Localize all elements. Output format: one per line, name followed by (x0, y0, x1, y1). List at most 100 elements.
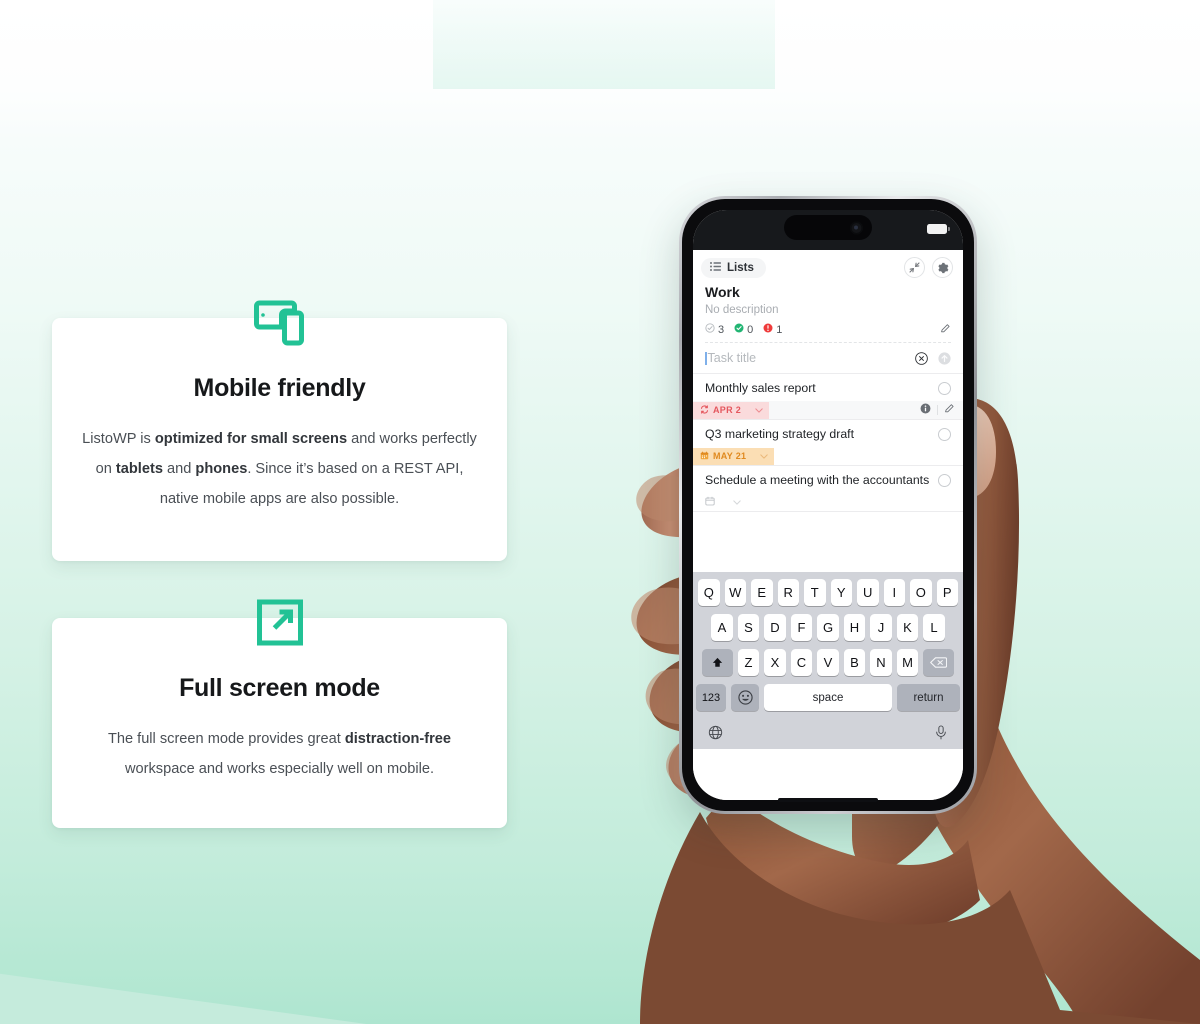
stat-completed-value: 0 (747, 323, 754, 336)
collapse-arrows-icon[interactable] (904, 257, 925, 278)
numbers-key[interactable]: 123 (696, 684, 726, 711)
key-s[interactable]: S (737, 614, 760, 641)
task-due-date-chip[interactable]: APR 2 (693, 401, 770, 419)
key-b[interactable]: B (843, 649, 866, 676)
stat-overdue: 1 (763, 323, 782, 336)
phone-body: Lists Work No description 3 0 1 Task tit… (682, 199, 974, 811)
battery-full-icon (927, 224, 950, 234)
list-title: Work (705, 284, 740, 300)
lists-button-label: Lists (727, 261, 754, 274)
key-x[interactable]: X (764, 649, 786, 676)
list-edit-pencil-icon[interactable] (940, 323, 951, 337)
emoji-smiley-icon[interactable] (731, 684, 759, 711)
task-due-date-label: MAY 21 (713, 451, 747, 461)
key-e[interactable]: E (751, 579, 773, 606)
calendar-outline-icon (705, 496, 715, 508)
keyboard-row-3: Z X C V B N M (696, 649, 960, 676)
task-due-date-chip[interactable] (693, 493, 747, 511)
key-j[interactable]: J (870, 614, 892, 641)
key-d[interactable]: D (764, 614, 786, 641)
task-checkbox[interactable] (938, 381, 951, 395)
keyboard-bottom-bar (696, 719, 960, 749)
front-camera-icon (850, 221, 863, 234)
key-y[interactable]: Y (830, 579, 852, 606)
task-row[interactable]: Q3 marketing strategy draft (693, 420, 963, 447)
key-r[interactable]: R (777, 579, 799, 606)
list-lines-icon (710, 261, 721, 274)
microphone-icon[interactable] (934, 724, 948, 745)
key-c[interactable]: C (790, 649, 813, 676)
home-indicator (778, 798, 878, 802)
task-row[interactable]: Schedule a meeting with the accountants (693, 466, 963, 493)
task-checkbox[interactable] (938, 427, 951, 441)
add-arrow-icon[interactable] (938, 351, 951, 365)
chevron-down-icon[interactable] (733, 497, 741, 507)
stat-total-value: 3 (718, 323, 725, 336)
key-k[interactable]: K (896, 614, 919, 641)
key-f[interactable]: F (790, 614, 813, 641)
key-n[interactable]: N (870, 649, 892, 676)
new-task-row[interactable]: Task title (693, 343, 963, 374)
dynamic-island (784, 215, 872, 240)
chevron-down-icon[interactable] (755, 405, 763, 415)
task-actions (920, 401, 955, 419)
globe-icon[interactable] (708, 725, 723, 745)
key-m[interactable]: M (896, 649, 919, 676)
status-bar (693, 210, 963, 250)
task-due-date-chip[interactable]: MAY 21 (693, 447, 775, 465)
clear-circle-x-icon[interactable] (915, 351, 928, 365)
list-empty-space (693, 512, 963, 572)
task-title: Q3 marketing strategy draft (705, 427, 854, 441)
key-q[interactable]: Q (698, 579, 720, 606)
repeat-recurring-icon (700, 404, 709, 416)
action-separator (937, 405, 938, 415)
task-edit-pencil-icon[interactable] (944, 401, 955, 419)
shift-arrow-icon[interactable] (701, 649, 733, 676)
info-icon[interactable] (920, 401, 931, 419)
page-root: Mobile friendly ListoWP is optimized for… (0, 0, 1200, 1024)
listowp-app: Lists Work No description 3 0 1 Task tit… (693, 250, 963, 800)
phone-mockup: Lists Work No description 3 0 1 Task tit… (679, 196, 977, 814)
backspace-icon[interactable] (923, 649, 955, 676)
key-p[interactable]: P (936, 579, 958, 606)
task-checkbox[interactable] (938, 473, 951, 487)
list-description: No description (705, 304, 779, 316)
key-i[interactable]: I (883, 579, 905, 606)
task-title: Schedule a meeting with the accountants (705, 473, 930, 487)
list-header: Work No description 3 0 1 (693, 283, 963, 343)
keyboard-row-2: A S D F G H J K L (696, 614, 960, 641)
space-key[interactable]: space (764, 684, 892, 711)
key-w[interactable]: W (724, 579, 746, 606)
task-meta-row: MAY 21 (693, 447, 963, 466)
lists-button[interactable]: Lists (701, 257, 766, 278)
hand-holding-phone-illustration (631, 398, 1200, 1024)
chevron-down-icon[interactable] (760, 451, 769, 461)
key-l[interactable]: L (923, 614, 945, 641)
task-meta-row (693, 493, 963, 512)
key-z[interactable]: Z (737, 649, 760, 676)
task-row[interactable]: Monthly sales report (693, 374, 963, 401)
stat-overdue-value: 1 (776, 323, 783, 336)
key-h[interactable]: H (843, 614, 866, 641)
task-title: Monthly sales report (705, 381, 816, 395)
text-caret (705, 351, 707, 365)
list-stats: 3 0 1 (705, 323, 951, 343)
stat-total: 3 (705, 323, 724, 336)
key-v[interactable]: V (817, 649, 839, 676)
task-title-input[interactable]: Task title (708, 351, 916, 365)
key-g[interactable]: G (817, 614, 839, 641)
onscreen-keyboard[interactable]: Q W E R T Y U I O P A S D F G H J K L Z … (693, 572, 963, 749)
key-o[interactable]: O (910, 579, 932, 606)
key-a[interactable]: A (711, 614, 733, 641)
task-meta-row: APR 2 (693, 401, 963, 420)
stat-completed: 0 (734, 323, 753, 336)
return-key[interactable]: return (897, 684, 960, 711)
calendar-icon (700, 451, 709, 462)
key-t[interactable]: T (804, 579, 826, 606)
gear-icon[interactable] (932, 257, 953, 278)
key-u[interactable]: U (857, 579, 879, 606)
circle-check-green-icon (734, 323, 744, 336)
keyboard-row-1: Q W E R T Y U I O P (696, 579, 960, 606)
task-due-date-label: APR 2 (713, 405, 742, 415)
app-topbar: Lists (693, 250, 963, 283)
